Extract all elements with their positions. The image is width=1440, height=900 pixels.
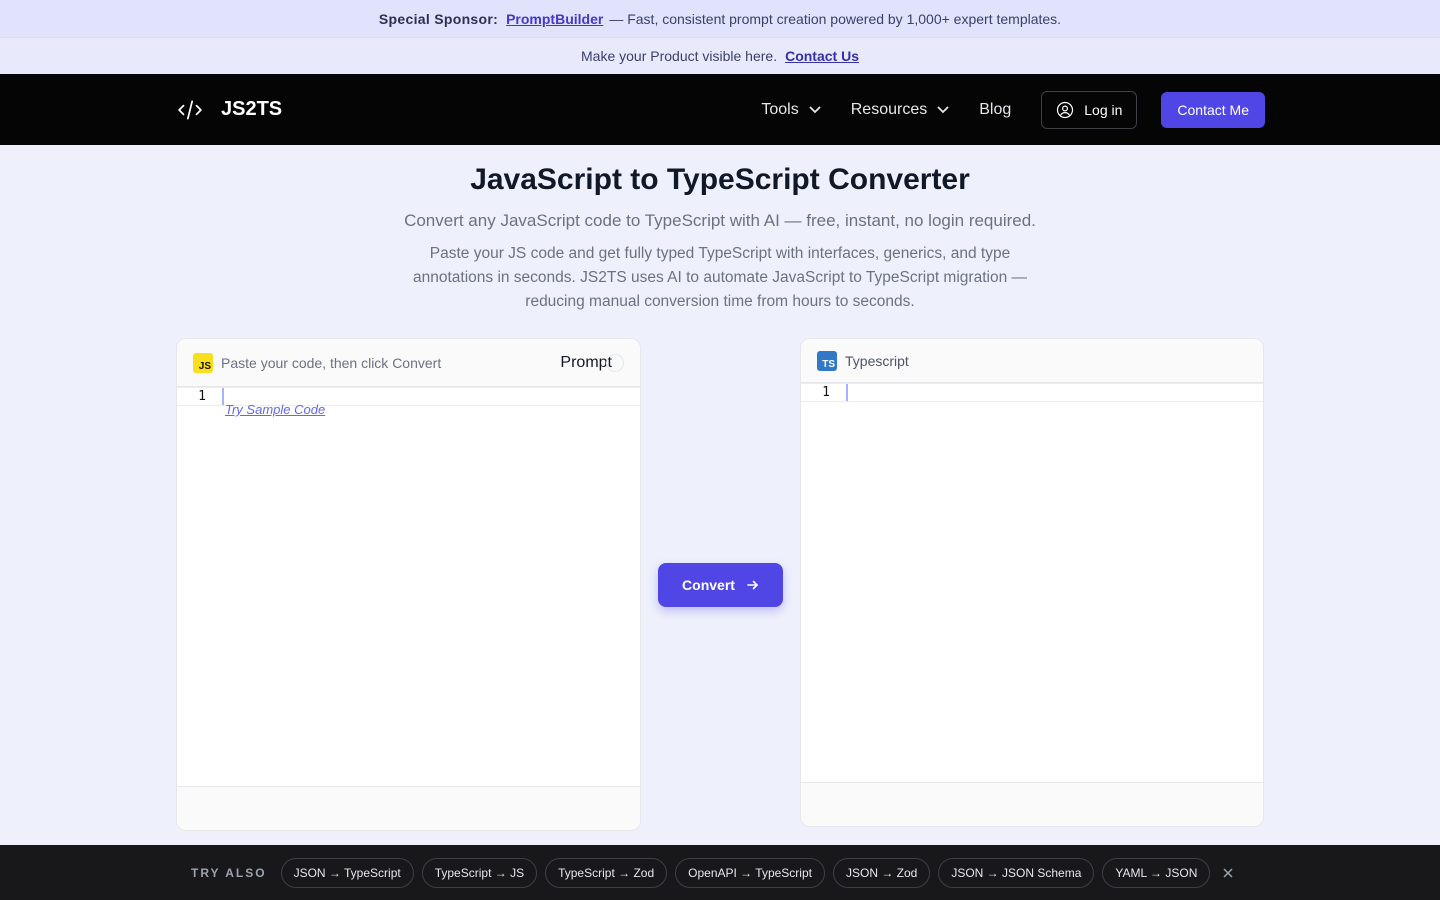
promo-text: Make your Product visible here. <box>581 48 778 64</box>
ts-badge-icon: TS <box>817 350 837 371</box>
nav-tools-label: Tools <box>761 100 799 118</box>
close-icon[interactable] <box>1222 867 1234 879</box>
output-code-area[interactable] <box>846 384 1263 401</box>
sponsor-label: Special Sponsor: <box>378 10 499 27</box>
javascript-input-panel: JS Paste your code, then click Convert P… <box>176 338 641 831</box>
input-placeholder-hint: Paste your code, then click Convert <box>221 354 442 371</box>
arrow-right-icon <box>747 580 759 590</box>
line-number: 1 <box>198 389 206 404</box>
line-number: 1 <box>822 385 830 400</box>
try-sample-code-link[interactable]: Try Sample Code <box>225 402 325 417</box>
try-also-label: TRY ALSO <box>191 865 267 880</box>
nav-resources-label: Resources <box>850 100 928 118</box>
contact-me-button[interactable]: Contact Me <box>1161 91 1265 128</box>
js-badge-icon: JS <box>193 352 213 373</box>
prompt-toggle-icon <box>606 353 624 372</box>
output-panel-footer <box>801 782 1263 826</box>
nav-tools-menu[interactable]: Tools <box>761 100 821 119</box>
chip-yaml-to-json[interactable]: YAML → JSON <box>1102 857 1211 888</box>
nav-blog-link[interactable]: Blog <box>979 101 1011 119</box>
chevron-down-icon <box>937 105 949 113</box>
input-panel-header: JS Paste your code, then click Convert P… <box>177 339 640 387</box>
input-panel-footer <box>177 786 640 830</box>
hero-section: JavaScript to TypeScript Converter Conve… <box>0 163 1440 314</box>
login-label: Log in <box>1084 101 1123 118</box>
chip-json-to-typescript[interactable]: JSON → TypeScript <box>280 857 414 888</box>
prompt-toggle[interactable]: Prompt <box>560 353 624 372</box>
convert-button[interactable]: Convert <box>658 563 783 607</box>
sponsor-banner: Special Sponsor: PromptBuilder — Fast, c… <box>0 0 1440 37</box>
promo-contact-link[interactable]: Contact Us <box>785 48 859 64</box>
brand-logo[interactable]: JS2TS <box>177 97 282 123</box>
convert-label: Convert <box>682 577 735 593</box>
page-title: JavaScript to TypeScript Converter <box>470 163 970 196</box>
typescript-output-panel: TS Typescript 1 <box>800 338 1264 827</box>
login-button[interactable]: Log in <box>1041 90 1138 129</box>
chip-typescript-to-js[interactable]: TypeScript → JS <box>421 857 538 888</box>
chip-openapi-to-typescript[interactable]: OpenAPI → TypeScript <box>675 857 825 888</box>
user-circle-icon <box>1057 101 1074 118</box>
chip-json-to-json-schema[interactable]: JSON → JSON Schema <box>938 857 1095 888</box>
try-also-bar: TRY ALSO JSON → TypeScript TypeScript → … <box>0 845 1440 900</box>
promo-banner: Make your Product visible here. Contact … <box>0 37 1440 74</box>
brand-name: JS2TS <box>221 98 283 120</box>
prompt-label: Prompt <box>560 353 612 371</box>
nav-resources-menu[interactable]: Resources <box>851 101 949 119</box>
page-subtitle: Convert any JavaScript code to TypeScrip… <box>404 211 1036 230</box>
sponsor-text: — Fast, consistent prompt creation power… <box>609 10 1062 27</box>
output-editor-line[interactable]: 1 <box>801 383 1263 402</box>
chevron-down-icon <box>809 105 821 113</box>
output-panel-header: TS Typescript <box>801 339 1263 383</box>
output-panel-title: Typescript <box>845 352 909 369</box>
code-icon <box>178 99 202 120</box>
sponsor-link[interactable]: PromptBuilder <box>506 11 603 27</box>
top-navbar: JS2TS Tools Resources Blog Log in Contac… <box>0 74 1440 145</box>
page-description: Paste your JS code and get fully typed T… <box>412 245 1027 310</box>
chip-json-to-zod[interactable]: JSON → Zod <box>832 857 931 888</box>
chip-typescript-to-zod[interactable]: TypeScript → Zod <box>545 857 668 888</box>
